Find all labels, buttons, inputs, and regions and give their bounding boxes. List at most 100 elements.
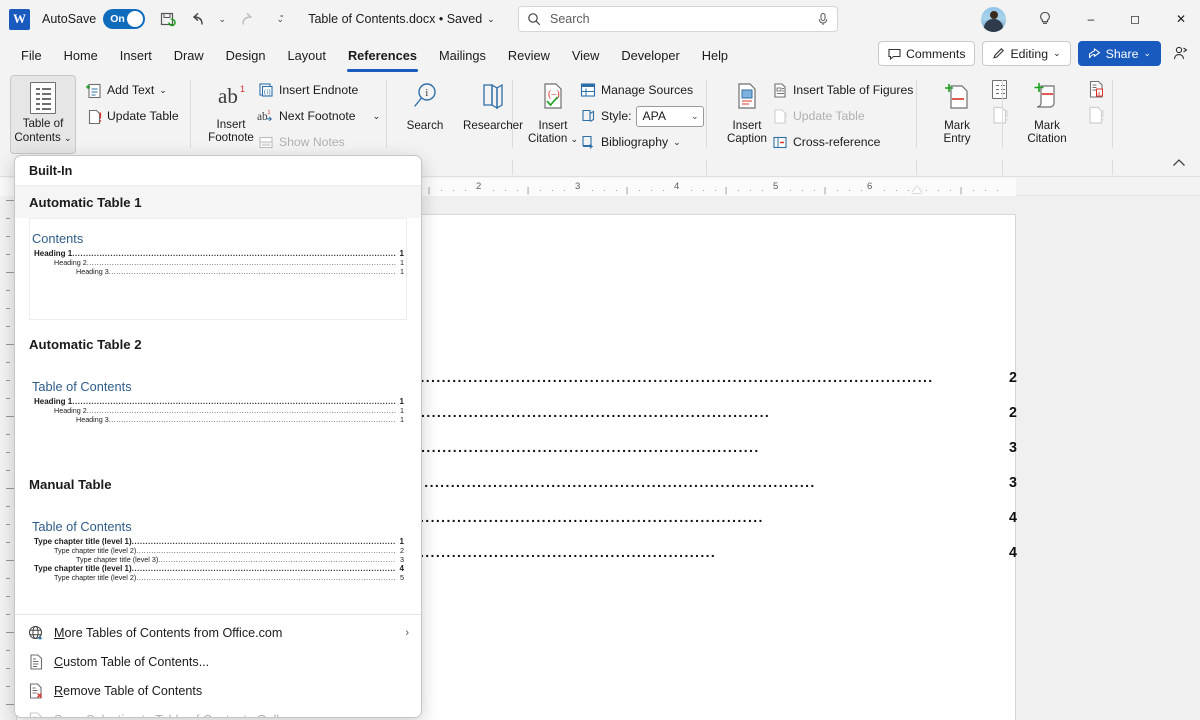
preview-leader-dots: ........................................… bbox=[72, 249, 396, 258]
ribbon: Table of Contents ⌄ Add Text ⌄ Update Ta… bbox=[0, 72, 1200, 169]
editing-mode-button[interactable]: Editing ⌄ bbox=[982, 41, 1071, 66]
mark-entry-icon bbox=[942, 81, 972, 116]
autosave-label: AutoSave bbox=[42, 12, 97, 26]
autosave-toggle[interactable]: On bbox=[103, 9, 146, 29]
mark-entry-button[interactable]: Mark Entry bbox=[924, 75, 990, 154]
share-button[interactable]: Share ⌄ bbox=[1077, 41, 1161, 66]
add-text-button[interactable]: Add Text ⌄ bbox=[82, 77, 170, 103]
style-label: Style: bbox=[601, 109, 632, 123]
comments-button[interactable]: Comments bbox=[878, 41, 976, 66]
insert-endnote-label: Insert Endnote bbox=[279, 83, 359, 97]
avatar[interactable] bbox=[981, 7, 1006, 32]
chevron-down-icon[interactable]: ⌄ bbox=[1143, 48, 1151, 59]
chevron-down-icon[interactable]: ⌄ bbox=[373, 111, 381, 122]
chevron-down-icon[interactable]: ⌄ bbox=[673, 137, 681, 148]
undo-dropdown-chevron-icon[interactable]: ⌄ bbox=[212, 5, 232, 33]
gallery-item-manual-table-title[interactable]: Manual Table bbox=[15, 468, 421, 500]
chevron-down-icon[interactable]: ⌄ bbox=[159, 85, 167, 96]
preview-row-text: Type chapter title (level 1) bbox=[34, 537, 132, 546]
insert-endnote-button[interactable]: (i) Insert Endnote bbox=[254, 77, 361, 103]
chevron-right-icon[interactable]: › bbox=[405, 627, 409, 639]
insert-caption-icon bbox=[733, 81, 761, 116]
mark-citation-button[interactable]: Mark Citation bbox=[1010, 75, 1084, 154]
share-person-icon[interactable] bbox=[1168, 46, 1192, 61]
gallery-item-manual-table-preview[interactable]: Table of Contents Type chapter title (le… bbox=[29, 500, 407, 610]
menu-item-custom-table-of-contents[interactable]: Custom Table of Contents... bbox=[15, 647, 421, 676]
citation-style-control[interactable]: Style: APA ⌄ bbox=[576, 103, 707, 129]
update-table-captions-label: Update Table bbox=[793, 109, 865, 123]
preview-leader-dots: ........................................… bbox=[86, 258, 396, 267]
insert-table-of-authorities-button[interactable]: a bbox=[1088, 80, 1105, 104]
tab-review[interactable]: Review bbox=[497, 43, 561, 68]
collapse-ribbon-chevron-up-icon[interactable] bbox=[1172, 158, 1186, 171]
share-label: Share bbox=[1105, 46, 1139, 61]
toc-entry-page: 3 bbox=[1009, 440, 1017, 456]
undo-icon[interactable] bbox=[182, 5, 212, 33]
tab-design[interactable]: Design bbox=[215, 43, 277, 68]
preview-row-page: 4 bbox=[399, 564, 404, 573]
chevron-down-icon[interactable]: ⌄ bbox=[487, 14, 495, 25]
update-table-of-authorities-button bbox=[1088, 106, 1105, 130]
show-notes-label: Show Notes bbox=[279, 135, 345, 149]
update-table-icon bbox=[85, 108, 102, 125]
insert-caption-label-line2: Caption bbox=[727, 132, 767, 146]
bibliography-button[interactable]: Bibliography ⌄ bbox=[576, 129, 684, 155]
share-icon bbox=[1088, 47, 1101, 58]
chevron-down-icon[interactable]: ⌄ bbox=[1053, 48, 1061, 59]
menu-item-remove-table-of-contents[interactable]: Remove Table of Contents bbox=[15, 676, 421, 705]
add-text-icon bbox=[85, 82, 102, 99]
gallery-item-automatic-table-2-preview[interactable]: Table of Contents Heading 1 ............… bbox=[29, 360, 407, 462]
next-footnote-icon: ab 1 bbox=[257, 108, 274, 124]
preview-row: Heading 1 ..............................… bbox=[32, 397, 404, 406]
customize-quick-access-icon[interactable]: ⌄̄ bbox=[270, 5, 290, 33]
minimize-button[interactable]: – bbox=[1068, 0, 1114, 38]
tab-draw[interactable]: Draw bbox=[163, 43, 215, 68]
toc-entry-page: 2 bbox=[1009, 405, 1017, 421]
chevron-down-icon[interactable]: ⌄ bbox=[691, 111, 699, 122]
preview-leader-dots: ........................................… bbox=[86, 406, 396, 415]
tell-me-lightbulb-icon[interactable] bbox=[1022, 0, 1068, 38]
microphone-icon bbox=[818, 13, 828, 25]
menu-item-more-tables-of-contents[interactable]: More Tables of Contents from Office.com … bbox=[15, 618, 421, 647]
update-table-button[interactable]: Update Table bbox=[82, 103, 182, 129]
save-icon[interactable] bbox=[152, 5, 182, 33]
gallery-item-automatic-table-1-preview[interactable]: Contents Heading 1 .....................… bbox=[29, 218, 407, 320]
tab-mailings[interactable]: Mailings bbox=[428, 43, 497, 68]
gallery-item-automatic-table-2-title[interactable]: Automatic Table 2 bbox=[15, 328, 421, 360]
avatar-body bbox=[984, 19, 1003, 32]
tab-references[interactable]: References bbox=[337, 43, 428, 72]
left-indent-marker[interactable] bbox=[912, 186, 922, 193]
mark-citation-label-line2: Citation bbox=[1027, 132, 1067, 146]
dropdown-divider bbox=[15, 614, 421, 615]
maximize-button[interactable]: ◻ bbox=[1112, 0, 1158, 38]
manage-sources-icon bbox=[579, 82, 596, 98]
insert-citation-label-line1: Insert bbox=[538, 118, 568, 132]
document-title[interactable]: Table of Contents.docx • Saved ⌄ bbox=[308, 12, 494, 26]
tab-help[interactable]: Help bbox=[691, 43, 739, 68]
ruler-number-4: 4 bbox=[674, 181, 680, 192]
manage-sources-button[interactable]: Manage Sources bbox=[576, 77, 696, 103]
tab-file[interactable]: File bbox=[10, 43, 53, 68]
insert-table-of-figures-button[interactable]: Insert Table of Figures bbox=[768, 77, 916, 103]
table-of-contents-button[interactable]: Table of Contents ⌄ bbox=[10, 75, 76, 154]
search-icon bbox=[528, 13, 541, 26]
svg-text:1: 1 bbox=[267, 110, 270, 116]
insert-index-button[interactable] bbox=[992, 80, 1007, 99]
next-footnote-button[interactable]: ab 1 Next Footnote ⌄ bbox=[254, 103, 383, 129]
citation-style-dropdown[interactable]: APA ⌄ bbox=[636, 105, 705, 127]
search-input[interactable]: Search bbox=[518, 6, 838, 32]
tab-insert[interactable]: Insert bbox=[109, 43, 163, 68]
preview-row-text: Heading 1 bbox=[34, 249, 73, 258]
tab-layout[interactable]: Layout bbox=[277, 43, 337, 68]
table-of-contents-dropdown[interactable]: Built-In Automatic Table 1 Contents Head… bbox=[14, 155, 422, 718]
tab-developer[interactable]: Developer bbox=[610, 43, 690, 68]
gallery-item-automatic-table-1-title[interactable]: Automatic Table 1 bbox=[15, 186, 421, 218]
menu-item-save-selection-to-gallery: Save Selection to Table of Contents Gall… bbox=[15, 705, 421, 717]
preview-row-text: Type chapter title (level 3) bbox=[76, 555, 159, 564]
close-button[interactable]: ✕ bbox=[1158, 0, 1200, 38]
toc-button-label-line1: Table of bbox=[22, 117, 64, 130]
search-research-button[interactable]: i Search bbox=[392, 75, 458, 154]
tab-view[interactable]: View bbox=[561, 43, 611, 68]
cross-reference-button[interactable]: Cross-reference bbox=[768, 129, 883, 155]
tab-home[interactable]: Home bbox=[53, 43, 109, 68]
